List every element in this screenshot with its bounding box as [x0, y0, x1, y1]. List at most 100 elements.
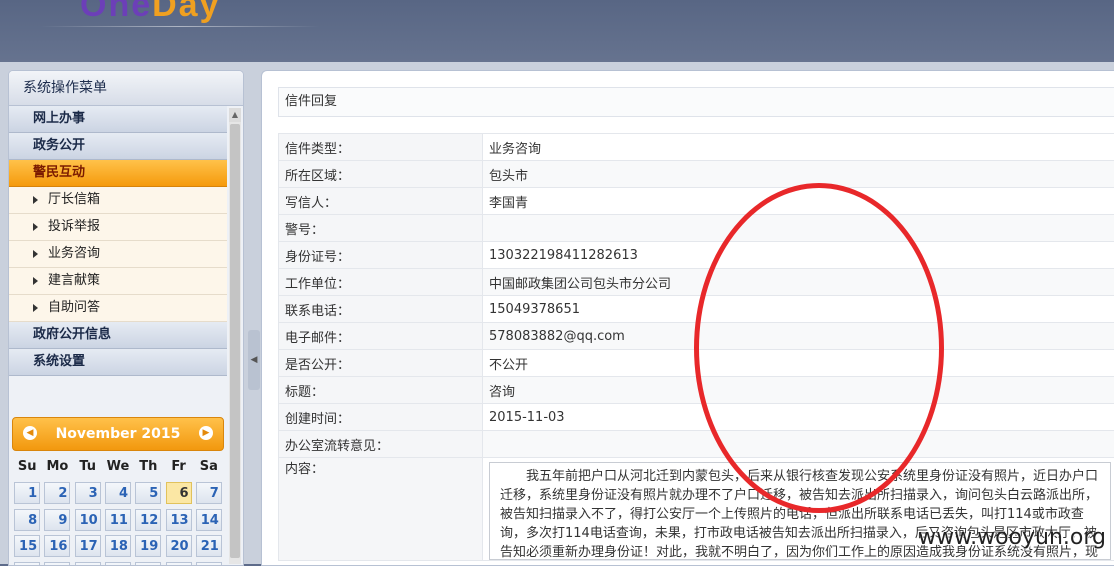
detail-row: 创建时间：2015-11-03: [279, 404, 1114, 431]
calendar-day[interactable]: 8: [14, 509, 40, 531]
calendar-weekdays: Su Mo Tu We Th Fr Sa: [12, 459, 224, 474]
top-banner: OneDay: [0, 0, 1114, 62]
field-value: [483, 215, 1114, 242]
field-value: 578083882@qq.com: [483, 323, 1114, 350]
field-label: 是否公开：: [279, 350, 483, 377]
detail-row: 所在区域：包头市: [279, 161, 1114, 188]
detail-row: 身份证号：130322198411282613: [279, 242, 1114, 269]
calendar-day[interactable]: 15: [14, 535, 40, 557]
caret-right-icon: [33, 196, 38, 204]
detail-row: 工作单位：中国邮政集团公司包头市分公司: [279, 269, 1114, 296]
field-label: 信件类型：: [279, 134, 483, 161]
field-value: 15049378651: [483, 296, 1114, 323]
calendar-grid: 1234567891011121314151617181920212223242…: [12, 482, 224, 566]
calendar-day[interactable]: 9: [44, 509, 70, 531]
detail-row: 信件类型：业务咨询: [279, 134, 1114, 161]
calendar-day[interactable]: 16: [44, 535, 70, 557]
menu-category-government-info[interactable]: 政府公开信息: [9, 322, 227, 349]
menu-item-label: 自助问答: [48, 300, 100, 315]
calendar-day[interactable]: 10: [75, 509, 101, 531]
menu-item-business-inquiry[interactable]: 业务咨询: [9, 241, 227, 268]
field-value: 中国邮政集团公司包头市分公司: [483, 269, 1114, 296]
menu-item-suggestions[interactable]: 建言献策: [9, 268, 227, 295]
calendar-day[interactable]: 7: [196, 482, 222, 504]
calendar-day[interactable]: 20: [166, 535, 192, 557]
calendar-day[interactable]: 1: [14, 482, 40, 504]
field-value: 业务咨询: [483, 134, 1114, 161]
letter-detail-table: 信件类型：业务咨询所在区域：包头市写信人：李国青警号：身份证号：13032219…: [278, 133, 1114, 561]
main-panel: 信件回复 信件类型：业务咨询所在区域：包头市写信人：李国青警号：身份证号：130…: [261, 70, 1114, 566]
field-label: 联系电话：: [279, 296, 483, 323]
sidebar-scrollbar[interactable]: ▲: [229, 108, 241, 564]
menu-item-label: 建言献策: [48, 273, 100, 288]
calendar-day[interactable]: 18: [105, 535, 131, 557]
calendar-prev-icon[interactable]: ◀: [23, 426, 37, 440]
calendar-day[interactable]: 5: [135, 482, 161, 504]
field-label: 工作单位：: [279, 269, 483, 296]
detail-row: 电子邮件：578083882@qq.com: [279, 323, 1114, 350]
detail-row: 警号：: [279, 215, 1114, 242]
detail-row: 是否公开：不公开: [279, 350, 1114, 377]
menu-category-public-affairs[interactable]: 政务公开: [9, 133, 227, 160]
sidebar: 系统操作菜单 网上办事 政务公开 警民互动 厅长信箱 投诉举报 业务咨询 建言献…: [8, 70, 244, 566]
calendar-day[interactable]: 21: [196, 535, 222, 557]
field-value: 130322198411282613: [483, 242, 1114, 269]
menu-item-label: 投诉举报: [48, 219, 100, 234]
menu-item-self-service-qa[interactable]: 自助问答: [9, 295, 227, 322]
field-label: 警号：: [279, 215, 483, 242]
calendar-day[interactable]: 13: [166, 509, 192, 531]
section-title: 信件回复: [278, 87, 1114, 117]
menu-item-director-mailbox[interactable]: 厅长信箱: [9, 187, 227, 214]
field-value: 包头市: [483, 161, 1114, 188]
field-label: 标题：: [279, 377, 483, 404]
calendar-day[interactable]: 12: [135, 509, 161, 531]
weekday-label: Mo: [42, 459, 72, 474]
calendar-day[interactable]: 14: [196, 509, 222, 531]
weekday-label: Su: [12, 459, 42, 474]
weekday-label: We: [103, 459, 133, 474]
detail-row: 办公室流转意见：: [279, 431, 1114, 458]
field-value: 2015-11-03: [483, 404, 1114, 431]
caret-right-icon: [33, 304, 38, 312]
calendar-widget: ◀ November 2015 ▶ Su Mo Tu We Th Fr Sa 1…: [12, 417, 224, 566]
weekday-label: Fr: [163, 459, 193, 474]
caret-right-icon: [33, 223, 38, 231]
watermark: www.wooyun.org: [918, 525, 1106, 550]
calendar-day[interactable]: 6: [166, 482, 192, 504]
calendar-day[interactable]: 17: [75, 535, 101, 557]
menu-item-complaints[interactable]: 投诉举报: [9, 214, 227, 241]
field-label: 创建时间：: [279, 404, 483, 431]
scroll-thumb[interactable]: [230, 124, 240, 558]
weekday-label: Tu: [73, 459, 103, 474]
scroll-up-icon[interactable]: ▲: [229, 108, 241, 122]
menu-category-police-interaction[interactable]: 警民互动: [9, 160, 227, 187]
caret-right-icon: [33, 250, 38, 258]
logo-divider: [40, 26, 320, 27]
calendar-month-label: November 2015: [56, 426, 181, 442]
menu-item-label: 厅长信箱: [48, 192, 100, 207]
calendar-day[interactable]: 11: [105, 509, 131, 531]
detail-row: 联系电话：15049378651: [279, 296, 1114, 323]
sidebar-title: 系统操作菜单: [9, 71, 243, 106]
caret-right-icon: [33, 277, 38, 285]
field-label: 身份证号：: [279, 242, 483, 269]
field-label: 电子邮件：: [279, 323, 483, 350]
field-value: 李国青: [483, 188, 1114, 215]
collapse-sidebar-handle[interactable]: ◀: [248, 330, 260, 390]
field-label: 办公室流转意见：: [279, 431, 483, 458]
logo: OneDay: [80, 0, 221, 25]
menu-category-system-settings[interactable]: 系统设置: [9, 349, 227, 376]
field-label: 所在区域：: [279, 161, 483, 188]
weekday-label: Sa: [194, 459, 224, 474]
detail-row: 写信人：李国青: [279, 188, 1114, 215]
menu-list: 网上办事 政务公开 警民互动 厅长信箱 投诉举报 业务咨询 建言献策 自助问答 …: [9, 106, 227, 566]
calendar-day[interactable]: 3: [75, 482, 101, 504]
menu-item-label: 业务咨询: [48, 246, 100, 261]
menu-category-online-services[interactable]: 网上办事: [9, 106, 227, 133]
calendar-day[interactable]: 4: [105, 482, 131, 504]
calendar-day[interactable]: 19: [135, 535, 161, 557]
field-value: 不公开: [483, 350, 1114, 377]
calendar-day[interactable]: 2: [44, 482, 70, 504]
field-value: [483, 431, 1114, 458]
calendar-next-icon[interactable]: ▶: [199, 426, 213, 440]
